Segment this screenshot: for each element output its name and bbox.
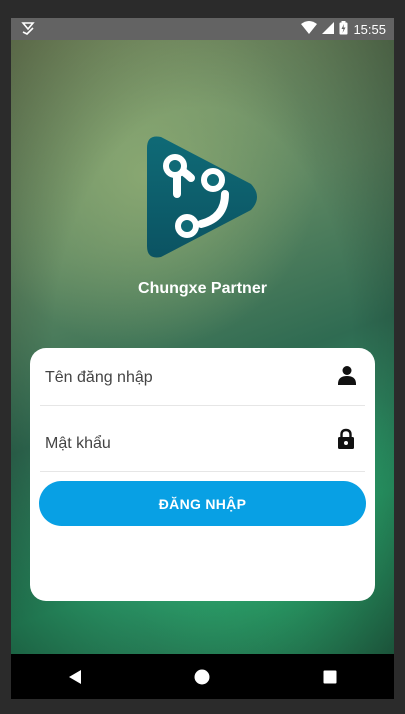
login-button[interactable]: ĐĂNG NHẬP xyxy=(39,481,366,526)
battery-charging-icon xyxy=(339,20,348,38)
back-triangle-icon xyxy=(68,669,81,684)
person-icon xyxy=(337,365,357,387)
wifi-icon xyxy=(301,21,318,37)
username-field xyxy=(40,351,365,406)
lock-icon xyxy=(337,428,357,450)
phone-screen: 15:55 Chungxe Partner Tên đăng nhập ĐĂNG… xyxy=(11,18,394,699)
back-button[interactable] xyxy=(55,657,95,697)
username-input[interactable] xyxy=(45,351,325,405)
recents-square-icon xyxy=(323,670,337,683)
status-bar: 15:55 xyxy=(11,18,394,40)
signal-icon xyxy=(322,21,335,37)
navigation-bar xyxy=(11,654,394,699)
recents-button[interactable] xyxy=(310,657,350,697)
password-field xyxy=(40,417,365,472)
password-input[interactable] xyxy=(45,417,325,471)
status-time: 15:55 xyxy=(353,21,386,37)
login-screen: Chungxe Partner Tên đăng nhập ĐĂNG NHẬP xyxy=(11,40,394,654)
status-indicators: 15:55 xyxy=(301,20,386,38)
app-name: Chungxe Partner xyxy=(138,280,267,297)
app-logo-icon xyxy=(141,132,263,262)
home-circle-icon xyxy=(194,669,210,684)
home-button[interactable] xyxy=(182,657,222,697)
download-done-icon xyxy=(21,21,35,38)
login-card: ĐĂNG NHẬP xyxy=(30,348,375,601)
